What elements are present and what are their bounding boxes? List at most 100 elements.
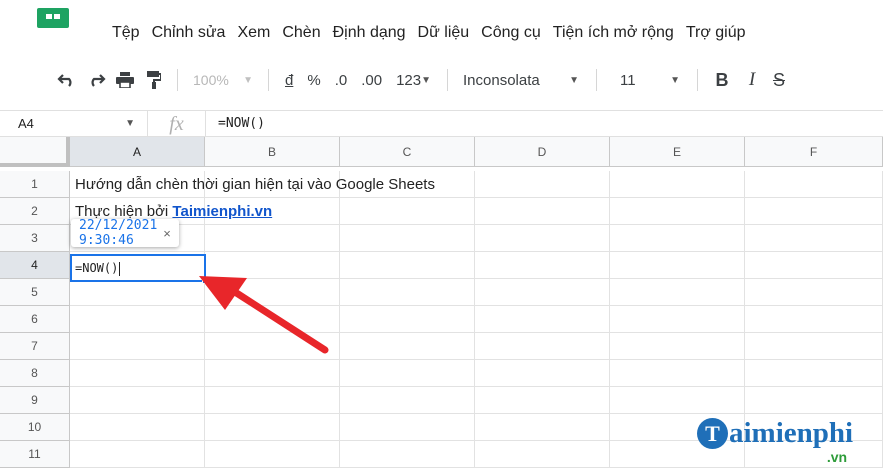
font-size-select[interactable]: 11 ▼ bbox=[606, 65, 688, 95]
grid-cell[interactable] bbox=[205, 360, 340, 387]
active-cell-a4[interactable]: =NOW() bbox=[70, 254, 208, 284]
grid-cell[interactable] bbox=[340, 198, 475, 225]
grid-cell[interactable] bbox=[340, 333, 475, 360]
menu-tools[interactable]: Công cụ bbox=[475, 21, 547, 45]
column-header-c[interactable]: C bbox=[340, 137, 475, 167]
grid-cell[interactable] bbox=[70, 414, 205, 441]
row-header-3[interactable]: 3 bbox=[0, 225, 70, 252]
row-header-10[interactable]: 10 bbox=[0, 414, 70, 441]
row-header-4[interactable]: 4 bbox=[0, 252, 70, 279]
row-header-5[interactable]: 5 bbox=[0, 279, 70, 306]
grid-cell[interactable] bbox=[745, 225, 883, 252]
grid-cell[interactable] bbox=[70, 306, 205, 333]
menu-extensions[interactable]: Tiện ích mở rộng bbox=[547, 21, 680, 45]
currency-format-button[interactable]: đ bbox=[278, 65, 300, 95]
grid-cell[interactable] bbox=[475, 171, 610, 198]
grid-cell[interactable] bbox=[610, 333, 745, 360]
row-header-11[interactable]: 11 bbox=[0, 441, 70, 468]
menu-help[interactable]: Trợ giúp bbox=[680, 21, 752, 45]
paint-format-icon[interactable] bbox=[139, 65, 168, 95]
formula-input[interactable]: =NOW() bbox=[206, 116, 265, 131]
zoom-select[interactable]: 100% ▼ bbox=[187, 65, 259, 95]
row-header-6[interactable]: 6 bbox=[0, 306, 70, 333]
grid-cell[interactable] bbox=[745, 198, 883, 225]
column-header-b[interactable]: B bbox=[205, 137, 340, 167]
grid-cell[interactable] bbox=[340, 225, 475, 252]
sheets-logo[interactable] bbox=[37, 8, 69, 28]
redo-icon[interactable] bbox=[81, 65, 110, 95]
grid-cell[interactable] bbox=[610, 171, 745, 198]
grid-cell[interactable] bbox=[745, 171, 883, 198]
column-header-e[interactable]: E bbox=[610, 137, 745, 167]
grid-cell[interactable] bbox=[610, 252, 745, 279]
grid-cell[interactable] bbox=[610, 306, 745, 333]
menu-data[interactable]: Dữ liệu bbox=[412, 21, 476, 45]
menu-view[interactable]: Xem bbox=[231, 21, 276, 45]
row-header-8[interactable]: 8 bbox=[0, 360, 70, 387]
taimienphi-link[interactable]: Taimienphi.vn bbox=[172, 203, 272, 220]
font-family-select[interactable]: Inconsolata ▼ bbox=[457, 65, 587, 95]
menu-edit[interactable]: Chỉnh sửa bbox=[146, 21, 232, 45]
grid-cell[interactable] bbox=[340, 441, 475, 468]
grid-cell[interactable] bbox=[745, 306, 883, 333]
grid-cell[interactable] bbox=[340, 360, 475, 387]
grid-cell[interactable] bbox=[205, 225, 340, 252]
grid-cell[interactable] bbox=[745, 252, 883, 279]
column-header-f[interactable]: F bbox=[745, 137, 883, 167]
strikethrough-button[interactable]: S bbox=[767, 65, 791, 95]
grid-cell[interactable] bbox=[70, 387, 205, 414]
grid-cell[interactable] bbox=[475, 279, 610, 306]
grid-cell[interactable] bbox=[340, 306, 475, 333]
grid-cell[interactable] bbox=[610, 387, 745, 414]
grid-cell[interactable] bbox=[340, 279, 475, 306]
grid-cell[interactable] bbox=[610, 225, 745, 252]
column-header-d[interactable]: D bbox=[475, 137, 610, 167]
increase-decimal-button[interactable]: .00 bbox=[354, 65, 389, 95]
grid-cell[interactable] bbox=[70, 333, 205, 360]
grid-cell[interactable] bbox=[745, 360, 883, 387]
grid-cell[interactable] bbox=[70, 360, 205, 387]
more-formats-button[interactable]: 123 ▼ bbox=[389, 65, 438, 95]
cell-a4-editor[interactable]: =NOW() bbox=[75, 261, 121, 276]
menu-format[interactable]: Định dạng bbox=[327, 21, 412, 45]
italic-button[interactable]: I bbox=[737, 65, 767, 95]
name-box[interactable]: A4 ▼ bbox=[0, 111, 148, 136]
grid-cell[interactable] bbox=[205, 387, 340, 414]
menu-insert[interactable]: Chèn bbox=[276, 21, 326, 45]
grid-cell[interactable] bbox=[475, 225, 610, 252]
grid-cell[interactable] bbox=[70, 441, 205, 468]
grid-cell[interactable] bbox=[70, 279, 205, 306]
grid-cell[interactable] bbox=[340, 252, 475, 279]
column-header-a[interactable]: A bbox=[70, 137, 205, 167]
grid-cell[interactable] bbox=[475, 198, 610, 225]
grid-cell[interactable] bbox=[610, 198, 745, 225]
grid-cell[interactable] bbox=[475, 306, 610, 333]
decrease-decimal-button[interactable]: .0 bbox=[328, 65, 355, 95]
menu-file[interactable]: Tệp bbox=[106, 21, 146, 45]
grid-cell[interactable] bbox=[475, 414, 610, 441]
grid-cell[interactable] bbox=[745, 279, 883, 306]
bold-button[interactable]: B bbox=[707, 65, 737, 95]
select-all-corner[interactable] bbox=[0, 137, 70, 167]
grid-cell[interactable] bbox=[475, 441, 610, 468]
percent-format-button[interactable]: % bbox=[300, 65, 327, 95]
grid-cell[interactable] bbox=[610, 279, 745, 306]
row-header-7[interactable]: 7 bbox=[0, 333, 70, 360]
row-header-9[interactable]: 9 bbox=[0, 387, 70, 414]
close-icon[interactable]: × bbox=[163, 226, 171, 241]
grid-cell[interactable] bbox=[205, 441, 340, 468]
grid-cell[interactable] bbox=[475, 387, 610, 414]
row-header-2[interactable]: 2 bbox=[0, 198, 70, 225]
grid-cell[interactable] bbox=[205, 414, 340, 441]
grid-cell[interactable] bbox=[745, 333, 883, 360]
grid-cell[interactable] bbox=[475, 360, 610, 387]
grid-cell[interactable] bbox=[340, 387, 475, 414]
grid-cell[interactable] bbox=[475, 333, 610, 360]
grid-cell[interactable] bbox=[610, 360, 745, 387]
cell-a1[interactable]: Hướng dẫn chèn thời gian hiện tại vào Go… bbox=[75, 176, 435, 193]
grid-cell[interactable] bbox=[745, 387, 883, 414]
print-icon[interactable] bbox=[110, 65, 139, 95]
grid-cell[interactable] bbox=[340, 414, 475, 441]
row-header-1[interactable]: 1 bbox=[0, 171, 70, 198]
grid-cell[interactable] bbox=[475, 252, 610, 279]
